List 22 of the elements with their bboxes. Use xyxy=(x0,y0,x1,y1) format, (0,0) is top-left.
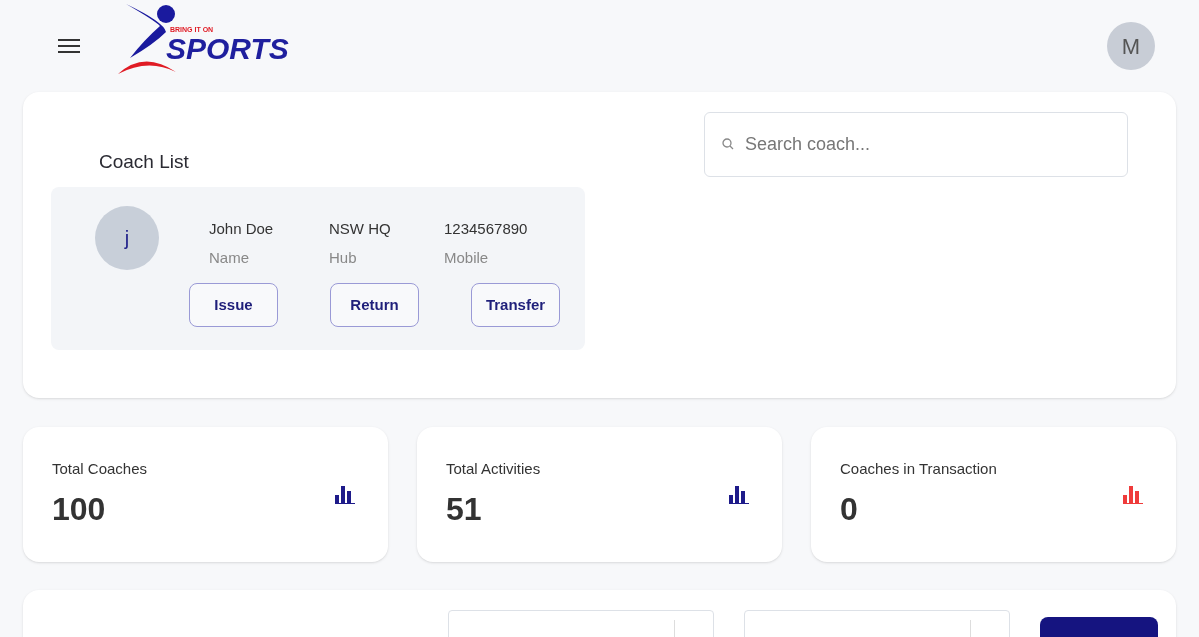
field-label: Hub xyxy=(329,247,358,268)
field-value: John Doe xyxy=(209,219,275,239)
field-label: Mobile xyxy=(444,247,490,268)
field-value: 1234567890 xyxy=(444,219,529,239)
action-button[interactable]: Transfer xyxy=(471,283,560,327)
search-icon xyxy=(722,138,734,150)
stat-value: 100 xyxy=(52,492,107,525)
stat-value: 51 xyxy=(446,492,483,525)
coach-avatar: j xyxy=(95,206,159,270)
search-field[interactable]: Search coach... xyxy=(704,112,1128,177)
stat-label: Total Coaches xyxy=(52,459,148,479)
field-label: Name xyxy=(209,247,250,268)
action-button[interactable]: Issue xyxy=(189,283,278,327)
action-button[interactable]: Return xyxy=(330,283,419,327)
user-avatar[interactable]: M xyxy=(1107,22,1155,70)
stat-label: Total Activities xyxy=(446,459,541,479)
menu-icon[interactable] xyxy=(58,39,80,53)
logo-wordmark: SPORTS xyxy=(166,34,289,64)
stat-label: Coaches in Transaction xyxy=(840,459,997,479)
card-title: Coach List xyxy=(99,150,189,174)
stat-value: 0 xyxy=(840,492,859,525)
field-value: NSW HQ xyxy=(329,219,392,239)
